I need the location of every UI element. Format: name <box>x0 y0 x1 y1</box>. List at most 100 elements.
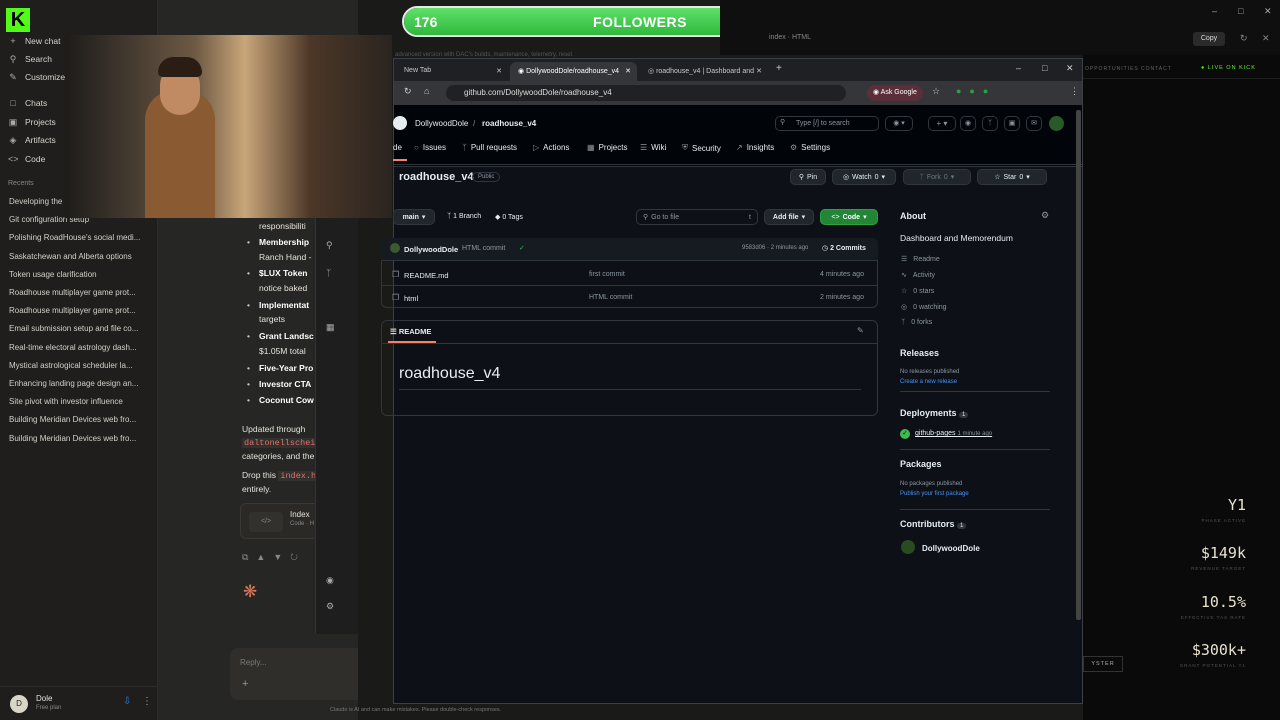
window-close-icon[interactable]: ✕ <box>1264 6 1272 17</box>
tags-link[interactable]: ◆ 0 Tags <box>495 213 523 221</box>
extension-icons[interactable]: ●●● <box>956 86 996 96</box>
tab-new-tab[interactable]: New Tab ✕ <box>396 62 508 81</box>
star-button[interactable]: ☆ Star 0 ▾ <box>977 169 1047 185</box>
create-new-button[interactable]: + ▾ <box>928 116 956 131</box>
inbox-icon[interactable]: ✉ <box>1026 116 1042 131</box>
readme-tab[interactable]: ☰ README <box>390 327 431 336</box>
more-icon[interactable]: ⋮ <box>142 696 152 707</box>
download-icon[interactable]: ⇩ <box>123 696 131 707</box>
tab-code[interactable]: de <box>393 143 402 152</box>
watch-button[interactable]: ◎ Watch 0 ▾ <box>832 169 896 185</box>
recent-chat-item[interactable]: Mystical astrological scheduler la... <box>9 361 147 370</box>
nav-opportunities[interactable]: OPPORTUNITIES <box>1085 66 1139 72</box>
fork-button[interactable]: ᛉ Fork 0 ▾ <box>903 169 971 185</box>
issues-icon[interactable]: ◉ <box>960 116 976 131</box>
tab-github-repo[interactable]: ◉ DollywoodDole/roadhouse_v4 ✕ <box>510 62 637 81</box>
close-icon[interactable]: ✕ <box>756 67 762 75</box>
new-tab-plus-icon[interactable]: + <box>776 63 782 74</box>
repo-owner-link[interactable]: DollywoodDole <box>415 119 468 128</box>
add-file-button[interactable]: Add file ▾ <box>764 209 814 225</box>
pin-button[interactable]: ⚲ Pin <box>790 169 826 185</box>
artifact-card[interactable]: </> Index Code · H <box>240 503 320 539</box>
minimize-icon[interactable]: – <box>1212 6 1217 16</box>
commits-link[interactable]: ◷ 2 Commits <box>822 244 866 252</box>
recent-chat-item[interactable]: Building Meridian Devices web fro... <box>9 434 147 443</box>
scrollbar-thumb[interactable] <box>1076 110 1081 620</box>
branches-link[interactable]: ᛉ 1 Branch <box>447 213 481 220</box>
live-on-kick-badge[interactable]: ● LIVE ON KICK <box>1201 65 1256 71</box>
recent-chat-item[interactable]: Saskatchewan and Alberta options <box>9 252 147 261</box>
code-button[interactable]: <> Code ▾ <box>820 209 878 225</box>
about-item[interactable]: ◎ 0 watching <box>901 303 947 311</box>
settings-icon[interactable]: ⚙ <box>326 601 334 612</box>
browser-menu-icon[interactable]: ⋮ <box>1070 86 1079 97</box>
file-commit-message[interactable]: HTML commit <box>589 294 632 301</box>
roster-button[interactable]: YSTER <box>1083 656 1123 672</box>
copilot-button[interactable]: ◉ ▾ <box>885 116 913 131</box>
tab-projects[interactable]: ▦ Projects <box>587 143 627 152</box>
packages-heading[interactable]: Packages <box>900 459 942 469</box>
tab-actions[interactable]: ▷ Actions <box>533 143 569 152</box>
artifacts-link[interactable]: ◈ Artifacts <box>8 135 56 145</box>
tab-pull-request[interactable]: ᛉ Pull requests <box>462 143 517 152</box>
user-avatar[interactable] <box>1049 116 1064 131</box>
create-release-link[interactable]: Create a new release <box>900 379 957 385</box>
reply-input[interactable]: Reply... + <box>230 648 358 700</box>
repo-name-link[interactable]: roadhouse_v4 <box>482 119 536 128</box>
file-name-link[interactable]: README.md <box>404 271 449 280</box>
attach-plus-icon[interactable]: + <box>242 678 248 690</box>
contributor-name[interactable]: DollywoodDole <box>922 544 980 553</box>
github-search-input[interactable]: Type [/] to search <box>775 116 879 131</box>
user-menu[interactable]: D Dole Free plan ⇩ ⋮ <box>0 686 158 720</box>
recent-chat-item[interactable]: Roadhouse multiplayer game prot... <box>9 288 147 297</box>
commit-hash-time[interactable]: 9583d06 · 2 minutes ago <box>742 245 808 251</box>
projects-link[interactable]: ▣ Projects <box>8 117 56 127</box>
publish-package-link[interactable]: Publish your first package <box>900 491 969 497</box>
tab-security[interactable]: ⛨ Security <box>682 143 721 153</box>
account-icon[interactable]: ◉ <box>326 575 334 586</box>
branch-select[interactable]: main ▾ <box>393 209 435 225</box>
message-actions[interactable]: ⧉▲▼↻ <box>242 552 306 563</box>
close-icon[interactable]: ✕ <box>1262 33 1270 44</box>
discussions-icon[interactable]: ▣ <box>1004 116 1020 131</box>
new-chat-button[interactable]: + New chat <box>8 36 60 46</box>
close-icon[interactable]: ✕ <box>625 67 631 75</box>
bookmark-star-icon[interactable]: ☆ <box>932 86 940 97</box>
close-icon[interactable]: ✕ <box>496 67 502 75</box>
copy-button[interactable]: Copy <box>1193 32 1225 46</box>
recent-chat-item[interactable]: Enhancing landing page design an... <box>9 379 147 388</box>
chats-link[interactable]: □ Chats <box>8 98 47 108</box>
recent-chat-item[interactable]: Site pivot with investor influence <box>9 397 147 406</box>
pull-requests-icon[interactable]: ᛉ <box>982 116 998 131</box>
tab-insights[interactable]: ↗ Insights <box>736 143 774 152</box>
ask-google-button[interactable]: ◉ Ask Google <box>867 85 923 101</box>
home-icon[interactable]: ⌂ <box>424 86 429 96</box>
about-item[interactable]: ∿ Activity <box>901 271 935 279</box>
maximize-icon[interactable]: □ <box>1238 6 1243 16</box>
go-to-file-input[interactable]: ⚲ Go to file t <box>636 209 758 225</box>
about-item[interactable]: ᛉ 0 forks <box>901 319 932 326</box>
recent-chat-item[interactable]: Real-time electoral astrology dash... <box>9 343 147 352</box>
extensions-icon[interactable]: ▦ <box>326 322 335 333</box>
search-button[interactable]: ⚲ Search <box>8 54 52 64</box>
repo-title[interactable]: roadhouse_v4 <box>399 171 474 183</box>
contributors-heading[interactable]: Contributors 1 <box>900 519 967 529</box>
recent-chat-item[interactable]: Building Meridian Devices web fro... <box>9 415 147 424</box>
github-logo-icon[interactable] <box>393 116 407 130</box>
nav-contact[interactable]: CONTACT <box>1141 66 1172 72</box>
customize-button[interactable]: ✎ Customize <box>8 72 65 82</box>
releases-heading[interactable]: Releases <box>900 348 939 358</box>
recent-chat-item[interactable]: Email submission setup and file co... <box>9 324 147 333</box>
tab-issues[interactable]: ○ Issues <box>414 143 446 152</box>
tab-wiki[interactable]: ☰ Wiki <box>640 143 666 152</box>
deployments-heading[interactable]: Deployments 1 <box>900 408 969 418</box>
search-icon[interactable]: ⚲ <box>326 240 333 251</box>
about-item[interactable]: ☰ Readme <box>901 255 940 263</box>
url-input[interactable]: github.com/DollywoodDole/roadhouse_v4 <box>446 85 846 101</box>
about-item[interactable]: ☆ 0 stars <box>901 287 934 295</box>
recent-chat-item[interactable]: Roadhouse multiplayer game prot... <box>9 306 147 315</box>
tab-settings[interactable]: ⚙ Settings <box>790 143 830 152</box>
file-commit-message[interactable]: first commit <box>589 271 625 278</box>
minimize-icon[interactable]: – <box>1016 63 1021 73</box>
recent-chat-item[interactable]: Polishing RoadHouse's social medi... <box>9 233 147 242</box>
